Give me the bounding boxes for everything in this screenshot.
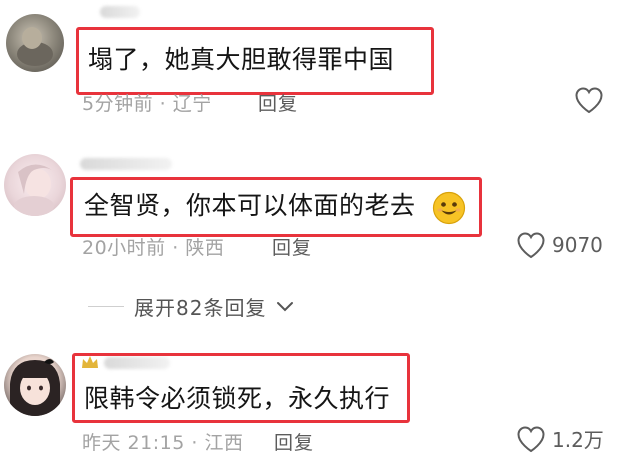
avatar[interactable] — [4, 354, 66, 416]
avatar-image — [17, 27, 53, 66]
comment-text: 全智贤，你本可以体面的老去 — [84, 190, 416, 222]
comment-meta: 5分钟前 · 辽宁 — [82, 89, 212, 116]
meta-separator: · — [159, 93, 167, 115]
expand-replies-button[interactable]: 展开82条回复 — [88, 292, 294, 321]
reply-button[interactable]: 回复 — [272, 233, 312, 260]
like-count: 1.2万 — [552, 428, 604, 452]
timestamp: 5分钟前 — [82, 93, 154, 115]
timestamp: 20小时前 — [82, 237, 166, 259]
avatar[interactable] — [6, 14, 64, 72]
reply-button[interactable]: 回复 — [258, 89, 298, 116]
username[interactable] — [100, 6, 140, 18]
reply-button[interactable]: 回复 — [274, 428, 314, 455]
like-button[interactable]: 1.2万 — [516, 424, 604, 453]
meta-separator: · — [172, 237, 179, 259]
comment-meta: 昨天 21:15 · 江西 — [82, 428, 243, 455]
timestamp: 昨天 21:15 — [82, 432, 185, 454]
avatar[interactable] — [4, 154, 66, 216]
username[interactable] — [80, 158, 172, 170]
like-button[interactable]: 9070 — [516, 231, 603, 259]
divider-line — [88, 306, 124, 307]
comment-text: 限韩令必须锁死，永久执行 — [84, 384, 391, 413]
location: 陕西 — [185, 237, 225, 259]
location: 江西 — [204, 432, 244, 454]
avatar-image — [10, 359, 60, 416]
like-count: 9070 — [552, 233, 603, 257]
heart-outline-icon — [517, 425, 545, 452]
smiling-face-emoji — [432, 191, 466, 225]
expand-replies-label: 展开82条回复 — [134, 296, 267, 320]
comment-meta: 20小时前 · 陕西 — [82, 233, 224, 260]
comment-text: 塌了，她真大胆敢得罪中国 — [88, 45, 395, 74]
location: 辽宁 — [172, 93, 212, 115]
chevron-down-icon — [277, 301, 294, 311]
avatar-image — [14, 164, 54, 216]
heart-outline-icon — [575, 87, 603, 114]
heart-outline-icon — [517, 232, 545, 259]
meta-separator: · — [191, 432, 198, 454]
like-button[interactable] — [574, 86, 610, 114]
comment-text-content: 全智贤，你本可以体面的老去 — [84, 191, 416, 220]
